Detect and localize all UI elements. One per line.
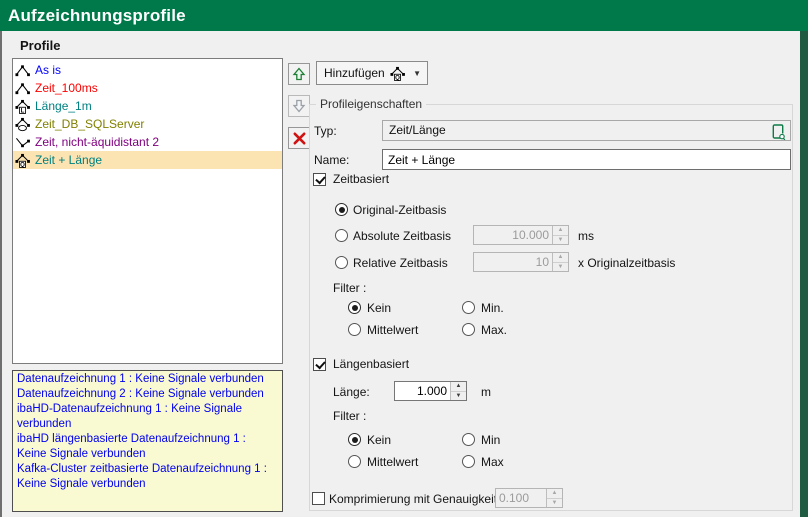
name-label: Name: [314,153,349,167]
right-edge-strip [800,31,808,517]
length-filter-max-label: Max [481,455,504,469]
time-filter-kein-label: Kein [367,301,391,315]
db-profile-icon [15,117,30,132]
absolute-timebase-label: Absolute Zeitbasis [353,229,451,243]
spinner-down-icon[interactable]: ▼ [553,236,568,245]
length-label: Länge: [333,385,370,399]
length-filter-min-radio[interactable] [462,433,475,446]
typ-label: Typ: [314,124,337,138]
list-item-label: Zeit + Länge [35,153,102,167]
list-item[interactable]: L Länge_1m [13,97,282,115]
time-profile-icon [15,81,30,96]
list-item[interactable]: As is [13,61,282,79]
length-profile-icon: L [15,99,30,114]
time-length-profile-icon: Q [15,153,30,168]
time-filter-min-radio[interactable] [462,301,475,314]
length-unit-label: m [481,385,491,399]
spinner-down-icon[interactable]: ▼ [553,263,568,272]
relative-timebase-radio[interactable] [335,256,348,269]
info-line: Datenaufzeichnung 2 : Keine Signale verb… [17,387,278,402]
time-filter-min-label: Min. [481,301,504,315]
typ-field: Zeit/Länge [382,120,791,141]
absolute-timebase-radio[interactable] [335,229,348,242]
time-filter-max-label: Max. [481,323,507,337]
length-filter-max-radio[interactable] [462,455,475,468]
time-based-label: Zeitbasiert [333,172,389,186]
list-item[interactable]: Zeit, nicht-äquidistant 2 [13,133,282,151]
add-profile-button[interactable]: Hinzufügen Q ▼ [316,61,428,85]
recording-profiles-dialog: Aufzeichnungsprofile Profile As is Zeit_… [0,0,808,517]
group-label: Profileigenschaften [316,97,426,111]
svg-text:Q: Q [20,161,25,168]
info-line: ibaHD-Datenaufzeichnung 1 : Keine Signal… [17,402,278,432]
page-title: Aufzeichnungsprofile [8,0,186,31]
move-up-button[interactable] [288,63,310,85]
info-line: Kafka-Cluster zeitbasierte Datenaufzeich… [17,462,278,492]
relative-timebase-label: Relative Zeitbasis [353,256,448,270]
list-item-label: Zeit_100ms [35,81,98,95]
time-length-profile-icon: Q [390,66,405,81]
length-filter-min-label: Min [481,433,500,447]
svg-text:Q: Q [395,74,400,81]
list-item-label: As is [35,63,61,77]
connection-info-box: Datenaufzeichnung 1 : Keine Signale verb… [12,370,283,512]
delete-x-icon [292,131,307,146]
relative-timebase-spinner[interactable]: ▲▼ [473,252,569,272]
time-filter-label: Filter : [333,281,366,295]
spinner-up-icon[interactable]: ▲ [547,489,562,499]
name-field[interactable] [382,149,791,170]
svg-text:L: L [21,107,25,114]
length-filter-label: Filter : [333,409,366,423]
list-item[interactable]: Zeit_100ms [13,79,282,97]
spinner-down-icon[interactable]: ▼ [547,499,562,508]
chevron-down-icon: ▼ [413,69,421,78]
length-based-label: Längenbasiert [333,357,409,371]
original-timebase-label: Original-Zeitbasis [353,203,446,217]
nonequidistant-profile-icon [15,135,30,150]
time-filter-mittelwert-label: Mittelwert [367,323,418,337]
time-filter-max-radio[interactable] [462,323,475,336]
profile-list[interactable]: As is Zeit_100ms L Länge_1m Zeit_DB_SQLS… [12,58,283,364]
info-line: ibaHD längenbasierte Datenaufzeichnung 1… [17,432,278,462]
list-item[interactable]: Zeit_DB_SQLServer [13,115,282,133]
relative-unit-label: x Originalzeitbasis [578,256,675,270]
length-spinner[interactable]: ▲▼ [394,381,467,401]
profiles-section-label: Profile [20,38,60,53]
list-item-label: Zeit_DB_SQLServer [35,117,144,131]
compression-label: Komprimierung mit Genauigkeit [329,492,497,506]
add-button-label: Hinzufügen [324,66,385,80]
length-filter-kein-label: Kein [367,433,391,447]
length-filter-mittelwert-radio[interactable] [348,455,361,468]
list-item-label: Zeit, nicht-äquidistant 2 [35,135,159,149]
arrow-down-icon [291,98,307,114]
delete-profile-button[interactable] [288,127,310,149]
spinner-up-icon[interactable]: ▲ [553,253,568,263]
time-filter-mittelwert-radio[interactable] [348,323,361,336]
time-profile-icon [15,63,30,78]
length-based-checkbox[interactable] [313,358,326,371]
time-filter-kein-radio[interactable] [348,301,361,314]
profile-type-browse-icon[interactable] [769,122,787,141]
absolute-timebase-spinner[interactable]: ▲▼ [473,225,569,245]
info-line: Datenaufzeichnung 1 : Keine Signale verb… [17,372,278,387]
compression-spinner[interactable]: ▲▼ [495,488,563,508]
move-down-button[interactable] [288,95,310,117]
left-edge-border [0,31,2,517]
time-based-checkbox[interactable] [313,173,326,186]
list-item-label: Länge_1m [35,99,92,113]
original-timebase-radio[interactable] [335,203,348,216]
list-item-selected[interactable]: Q Zeit + Länge [13,151,282,169]
length-filter-mittelwert-label: Mittelwert [367,455,418,469]
compression-checkbox[interactable] [312,492,325,505]
dialog-header: Aufzeichnungsprofile [0,0,808,31]
spinner-up-icon[interactable]: ▲ [553,226,568,236]
arrow-up-icon [291,66,307,82]
spinner-up-icon[interactable]: ▲ [451,382,466,392]
typ-value: Zeit/Länge [389,123,446,137]
absolute-unit-label: ms [578,229,594,243]
spinner-down-icon[interactable]: ▼ [451,392,466,401]
length-filter-kein-radio[interactable] [348,433,361,446]
